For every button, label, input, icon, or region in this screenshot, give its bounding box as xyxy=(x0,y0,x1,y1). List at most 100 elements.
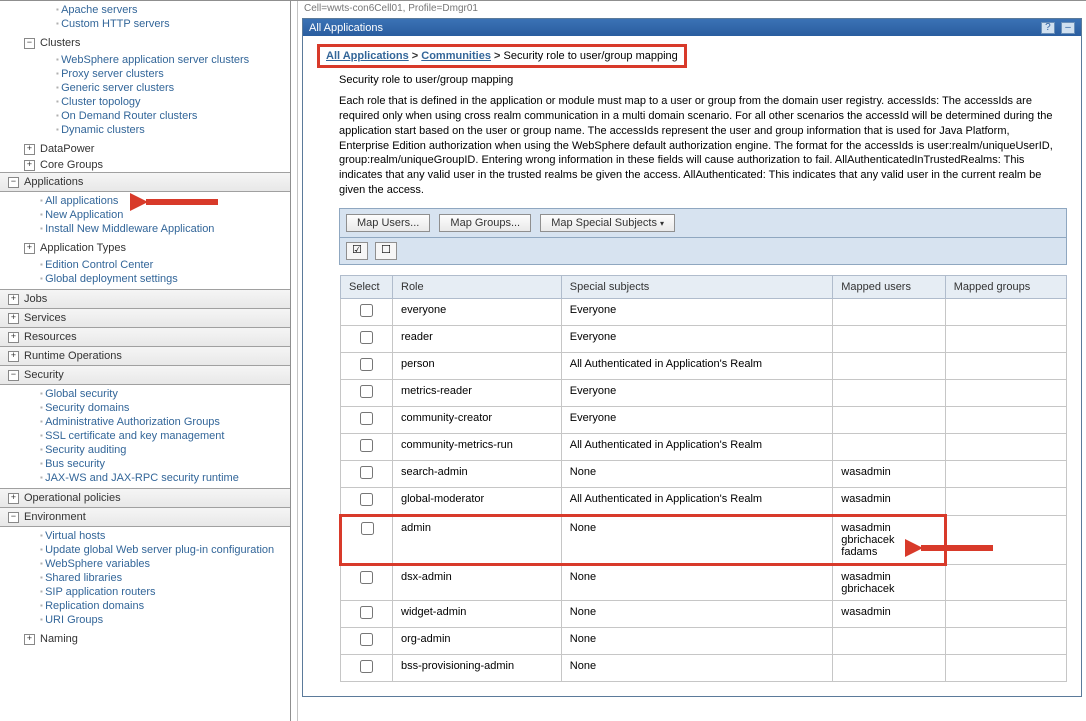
cell-users xyxy=(833,379,945,406)
row-select-checkbox[interactable] xyxy=(360,358,373,371)
nav-install-middleware[interactable]: Install New Middleware Application xyxy=(45,223,214,235)
table-row: community-creatorEveryone xyxy=(341,406,1067,433)
col-special: Special subjects xyxy=(561,275,832,298)
panel-title-text: All Applications xyxy=(309,22,383,34)
cell-groups xyxy=(945,487,1066,515)
row-select-checkbox[interactable] xyxy=(360,385,373,398)
cell-special: None xyxy=(561,515,832,564)
col-groups: Mapped groups xyxy=(945,275,1066,298)
nav-services-section[interactable]: +Services xyxy=(0,308,290,328)
nav-admin-auth-groups[interactable]: Administrative Authorization Groups xyxy=(45,416,220,428)
nav-cluster-topology[interactable]: Cluster topology xyxy=(61,96,141,108)
nav-applications-section[interactable]: −Applications xyxy=(0,172,290,192)
page-subheading: Security role to user/group mapping xyxy=(317,74,1067,86)
nav-clusters-header[interactable]: −Clusters xyxy=(0,35,290,51)
nav-environment-section[interactable]: −Environment xyxy=(0,507,290,527)
left-nav-panel: Apache servers Custom HTTP servers −Clus… xyxy=(0,1,291,721)
deselect-all-icon[interactable]: ☐ xyxy=(375,242,397,260)
role-mapping-table: Select Role Special subjects Mapped user… xyxy=(339,275,1067,682)
nav-ssl-cert[interactable]: SSL certificate and key management xyxy=(45,430,224,442)
row-select-checkbox[interactable] xyxy=(360,633,373,646)
nav-apptypes-header[interactable]: +Application Types xyxy=(0,240,290,256)
nav-sip-routers[interactable]: SIP application routers xyxy=(45,586,155,598)
nav-global-security[interactable]: Global security xyxy=(45,388,118,400)
cell-groups xyxy=(945,352,1066,379)
nav-oppolicies-section[interactable]: +Operational policies xyxy=(0,488,290,508)
plus-icon: + xyxy=(8,294,19,305)
nav-naming-header[interactable]: +Naming xyxy=(0,631,290,647)
cell-groups xyxy=(945,379,1066,406)
row-select-checkbox[interactable] xyxy=(360,439,373,452)
cell-special: All Authenticated in Application's Realm xyxy=(561,352,832,379)
nav-generic-clusters[interactable]: Generic server clusters xyxy=(61,82,174,94)
minus-icon: − xyxy=(8,370,19,381)
cell-groups xyxy=(945,433,1066,460)
nav-replication-domains[interactable]: Replication domains xyxy=(45,600,144,612)
col-role: Role xyxy=(393,275,562,298)
table-row: everyoneEveryone xyxy=(341,298,1067,325)
nav-was-clusters[interactable]: WebSphere application server clusters xyxy=(61,54,249,66)
select-all-icon[interactable]: ☑ xyxy=(346,242,368,260)
action-toolbar: Map Users... Map Groups... Map Special S… xyxy=(339,208,1067,238)
help-icon[interactable]: ? xyxy=(1041,22,1055,34)
cell-users xyxy=(833,627,945,654)
nav-shared-libs[interactable]: Shared libraries xyxy=(45,572,122,584)
cell-special: All Authenticated in Application's Realm xyxy=(561,433,832,460)
crumb-all-applications[interactable]: All Applications xyxy=(326,50,409,62)
map-special-subjects-button[interactable]: Map Special Subjects▾ xyxy=(540,214,675,232)
table-icon-toolbar: ☑ ☐ xyxy=(339,238,1067,265)
row-select-checkbox[interactable] xyxy=(360,412,373,425)
map-users-button[interactable]: Map Users... xyxy=(346,214,430,232)
cell-users: wasadmin xyxy=(833,460,945,487)
minimize-icon[interactable]: – xyxy=(1061,22,1075,34)
panel-header: All Applications ? – xyxy=(303,19,1081,36)
splitter-handle[interactable] xyxy=(291,1,298,721)
nav-security-auditing[interactable]: Security auditing xyxy=(45,444,126,456)
row-select-checkbox[interactable] xyxy=(361,522,374,535)
nav-custom-http-servers[interactable]: Custom HTTP servers xyxy=(61,18,170,30)
row-select-checkbox[interactable] xyxy=(360,331,373,344)
minus-icon: − xyxy=(8,512,19,523)
row-select-checkbox[interactable] xyxy=(360,304,373,317)
row-select-checkbox[interactable] xyxy=(360,571,373,584)
row-select-checkbox[interactable] xyxy=(360,660,373,673)
nav-virtual-hosts[interactable]: Virtual hosts xyxy=(45,530,105,542)
row-select-checkbox[interactable] xyxy=(360,493,373,506)
nav-global-deploy[interactable]: Global deployment settings xyxy=(45,273,178,285)
nav-new-application[interactable]: New Application xyxy=(45,209,123,221)
chevron-down-icon: ▾ xyxy=(660,219,664,228)
nav-edition-control[interactable]: Edition Control Center xyxy=(45,259,153,271)
cell-groups xyxy=(945,600,1066,627)
row-select-checkbox[interactable] xyxy=(360,606,373,619)
nav-proxy-clusters[interactable]: Proxy server clusters xyxy=(61,68,164,80)
crumb-communities[interactable]: Communities xyxy=(421,50,491,62)
nav-apache-servers[interactable]: Apache servers xyxy=(61,4,137,16)
nav-coregroups-header[interactable]: +Core Groups xyxy=(0,157,290,173)
nav-runtimeops-section[interactable]: +Runtime Operations xyxy=(0,346,290,366)
cell-groups xyxy=(945,298,1066,325)
nav-update-plugin[interactable]: Update global Web server plug-in configu… xyxy=(45,544,274,556)
nav-datapower-header[interactable]: +DataPower xyxy=(0,141,290,157)
nav-dynamic-clusters[interactable]: Dynamic clusters xyxy=(61,124,145,136)
nav-uri-groups[interactable]: URI Groups xyxy=(45,614,103,626)
cell-special: Everyone xyxy=(561,379,832,406)
nav-all-applications[interactable]: All applications xyxy=(45,195,118,207)
nav-jaxws-jaxrpc[interactable]: JAX-WS and JAX-RPC security runtime xyxy=(45,472,239,484)
row-select-checkbox[interactable] xyxy=(360,466,373,479)
nav-bus-security[interactable]: Bus security xyxy=(45,458,105,470)
cell-groups xyxy=(945,515,1066,564)
nav-websphere-vars[interactable]: WebSphere variables xyxy=(45,558,150,570)
nav-security-section[interactable]: −Security xyxy=(0,365,290,385)
cell-special: Everyone xyxy=(561,298,832,325)
table-row: dsx-adminNonewasadmingbrichacek xyxy=(341,564,1067,600)
nav-security-domains[interactable]: Security domains xyxy=(45,402,129,414)
cell-role: org-admin xyxy=(393,627,562,654)
nav-resources-section[interactable]: +Resources xyxy=(0,327,290,347)
cell-role: metrics-reader xyxy=(393,379,562,406)
nav-jobs-section[interactable]: +Jobs xyxy=(0,289,290,309)
table-row: search-adminNonewasadmin xyxy=(341,460,1067,487)
cell-role: reader xyxy=(393,325,562,352)
map-groups-button[interactable]: Map Groups... xyxy=(439,214,531,232)
nav-odr-clusters[interactable]: On Demand Router clusters xyxy=(61,110,197,122)
col-select: Select xyxy=(341,275,393,298)
